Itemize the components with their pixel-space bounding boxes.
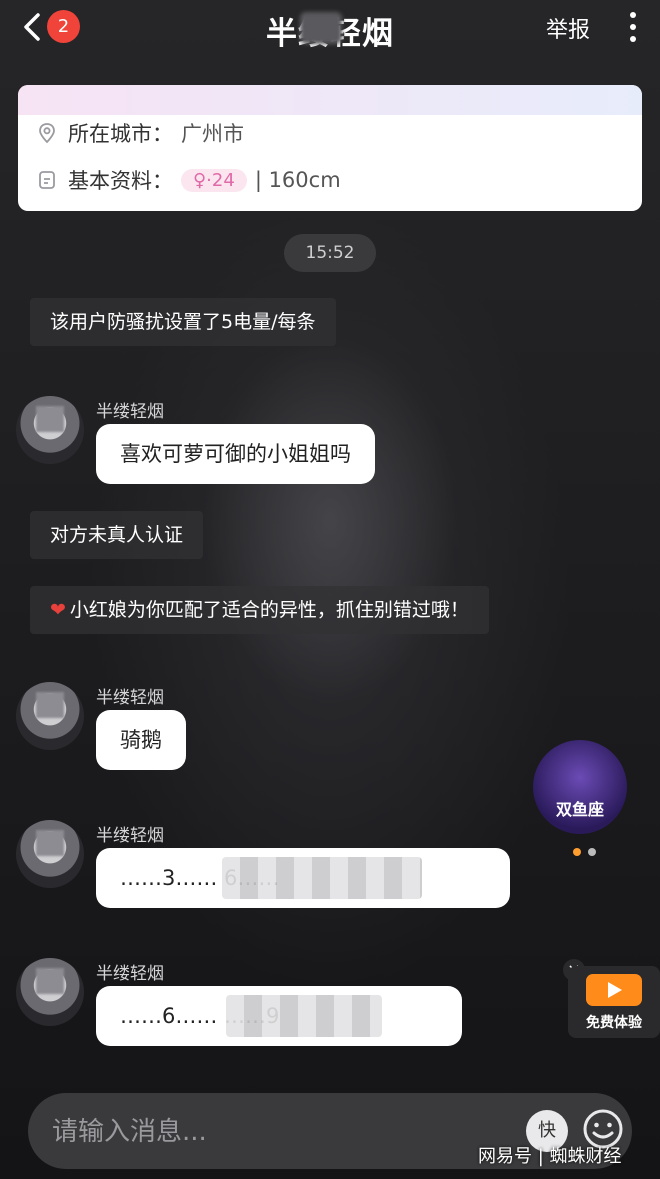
more-menu-icon[interactable] [628, 12, 638, 44]
mosaic-mask [226, 995, 382, 1037]
system-message-match: ❤ 小红娘为你匹配了适合的异性，抓住别错过哦！ [30, 586, 489, 634]
city-row: 所在城市： 广州市 [36, 117, 244, 149]
zodiac-widget[interactable]: 双鱼座 [533, 740, 627, 834]
profile-info-card: 所在城市： 广州市 基本资料： ♀·24 | 160cm [18, 85, 642, 211]
avatar[interactable] [16, 820, 84, 888]
video-camera-icon [586, 974, 642, 1006]
location-pin-icon [39, 123, 55, 144]
city-value: 广州市 [181, 122, 244, 146]
sender-name: 半缕轻烟 [96, 826, 164, 846]
message-bubble[interactable]: 骑鹅 [96, 710, 186, 770]
time-divider: 15:52 [284, 234, 376, 272]
card-header-tint [18, 85, 642, 115]
carousel-dots [573, 841, 603, 860]
free-trial-promo[interactable]: 免费体验 [568, 966, 660, 1038]
mosaic-mask [222, 857, 422, 899]
sender-name: 半缕轻烟 [96, 688, 164, 708]
city-label: 所在城市： [68, 122, 173, 146]
system-message-anti-harass: 该用户防骚扰设置了5电量/每条 [30, 298, 336, 346]
avatar[interactable] [16, 958, 84, 1026]
heart-icon: ❤ [50, 599, 66, 621]
sender-name: 半缕轻烟 [96, 964, 164, 984]
avatar[interactable] [16, 682, 84, 750]
sender-name: 半缕轻烟 [96, 402, 164, 422]
age-badge: ♀·24 [181, 168, 247, 192]
watermark: 网易号 | 蜘蛛财经 [478, 1146, 622, 1167]
report-button[interactable]: 举报 [546, 12, 590, 44]
system-message-match-text: 小红娘为你匹配了适合的异性，抓住别错过哦！ [69, 599, 469, 621]
top-bar: 2 半缕轻烟 举报 [0, 0, 660, 56]
message-input[interactable] [50, 1093, 514, 1171]
basic-info-label: 基本资料： [68, 169, 173, 193]
basic-info-row: 基本资料： ♀·24 | 160cm [36, 164, 341, 196]
avatar[interactable] [16, 396, 84, 464]
height-value: | 160cm [254, 168, 341, 192]
title-blur-mask [300, 12, 342, 44]
document-icon [39, 171, 55, 189]
message-bubble[interactable]: 喜欢可萝可御的小姐姐吗 [96, 424, 375, 484]
system-message-not-verified: 对方未真人认证 [30, 511, 204, 559]
promo-label: 免费体验 [586, 1015, 642, 1031]
